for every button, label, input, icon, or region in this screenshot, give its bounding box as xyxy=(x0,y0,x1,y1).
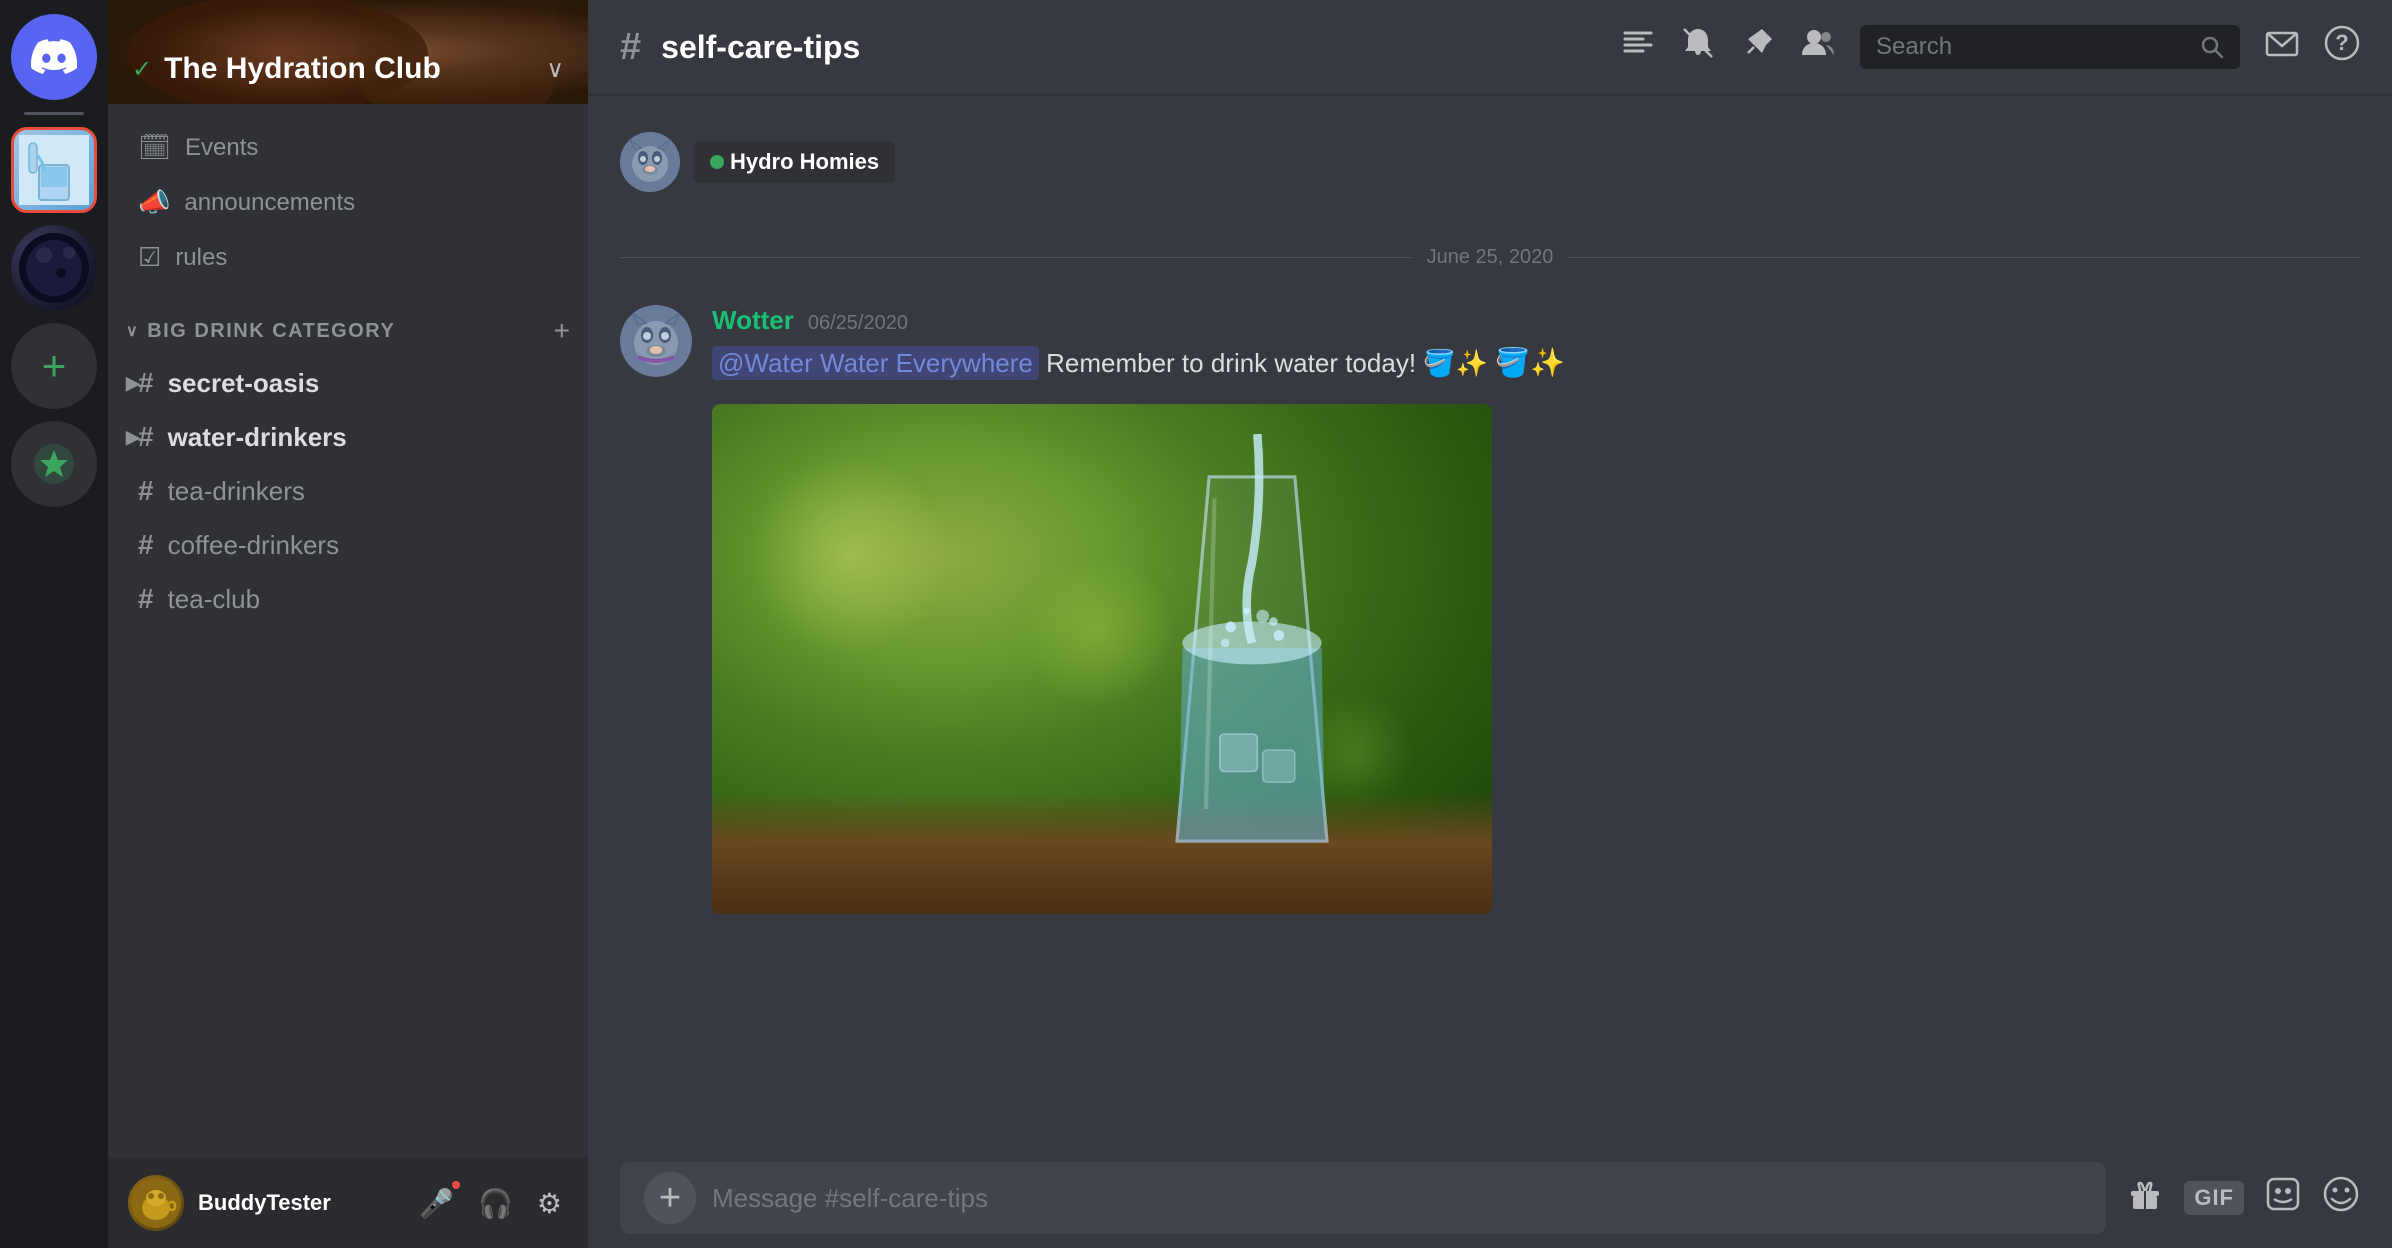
channel-item-secret-oasis[interactable]: ▶ # secret-oasis xyxy=(120,357,576,409)
channel-item-tea-club[interactable]: # tea-club xyxy=(120,573,576,625)
date-divider-line-right xyxy=(1569,257,2360,258)
user-avatar[interactable] xyxy=(128,1175,184,1231)
message-content: Wotter 06/25/2020 @Water Water Everywher… xyxy=(712,305,2360,914)
search-bar[interactable] xyxy=(1860,25,2240,69)
channel-hash-icon: # xyxy=(138,421,154,453)
date-divider: June 25, 2020 xyxy=(620,246,2360,269)
message-input[interactable] xyxy=(712,1183,2082,1214)
help-button[interactable]: ? xyxy=(2324,25,2360,70)
channel-name-label: secret-oasis xyxy=(168,368,320,399)
message-image xyxy=(712,404,1512,914)
message-author[interactable]: Wotter xyxy=(712,305,794,336)
headphones-button[interactable]: 🎧 xyxy=(472,1181,519,1226)
rules-label: rules xyxy=(175,244,227,272)
announcements-channel-item[interactable]: 📣 announcements xyxy=(122,175,574,230)
server-list: + xyxy=(0,0,108,1248)
big-drink-category-header[interactable]: ∨ BIG DRINK CATEGORY + xyxy=(108,301,588,355)
channel-header: # self-care-tips xyxy=(588,0,2392,96)
header-actions: ? xyxy=(1620,25,2360,70)
search-input[interactable] xyxy=(1876,33,2188,61)
channel-item-tea-drinkers[interactable]: # tea-drinkers xyxy=(120,465,576,517)
message-emoji-icons: 🪣✨ xyxy=(1495,347,1565,378)
message-input-bar: + GIF xyxy=(588,1148,2392,1248)
server-name-label: The Hydration Club xyxy=(164,52,534,86)
channel-hash-icon: # xyxy=(138,475,154,507)
sticker-button[interactable] xyxy=(2264,1175,2302,1221)
message-row: Wotter 06/25/2020 @Water Water Everywher… xyxy=(620,299,2360,920)
mute-channel-button[interactable] xyxy=(1680,25,1716,70)
user-group-header: Hydro Homies xyxy=(620,120,2360,216)
server-header[interactable]: ✓ The Hydration Club ∨ xyxy=(108,0,588,104)
category-collapse-icon: ∨ xyxy=(126,321,139,341)
discord-home-button[interactable] xyxy=(11,14,97,100)
message-mention[interactable]: @Water Water Everywhere xyxy=(712,346,1039,380)
username-label: BuddyTester xyxy=(198,1190,399,1216)
channel-expand-icon: ▶ xyxy=(126,373,140,394)
channel-expand-icon: ▶ xyxy=(126,427,140,448)
hydration-club-server-icon[interactable] xyxy=(11,127,97,213)
category-name-label: ∨ BIG DRINK CATEGORY xyxy=(126,320,395,343)
channel-item-water-drinkers[interactable]: ▶ # water-drinkers xyxy=(120,411,576,463)
channel-hash-icon: # xyxy=(138,529,154,561)
online-indicator xyxy=(710,155,724,169)
mute-button[interactable]: 🎤 xyxy=(413,1181,460,1226)
channel-header-hash-icon: # xyxy=(620,26,641,69)
channel-name-label: water-drinkers xyxy=(168,422,347,453)
discover-button[interactable] xyxy=(11,421,97,507)
channel-item-coffee-drinkers[interactable]: # coffee-drinkers xyxy=(120,519,576,571)
gif-button[interactable]: GIF xyxy=(2184,1181,2244,1215)
user-controls: 🎤 🎧 ⚙ xyxy=(413,1181,568,1226)
user-group-avatar xyxy=(620,132,680,192)
user-info: BuddyTester xyxy=(198,1190,399,1216)
plus-icon: + xyxy=(659,1179,681,1217)
channel-sidebar: ✓ The Hydration Club ∨ 🗓 Events 📣 announ… xyxy=(108,0,588,1248)
user-bar: BuddyTester 🎤 🎧 ⚙ xyxy=(108,1158,588,1248)
message-avatar[interactable] xyxy=(620,305,692,377)
threads-button[interactable] xyxy=(1620,25,1656,70)
events-icon: 🗓 xyxy=(138,132,171,163)
message-input-container: + xyxy=(620,1162,2106,1234)
settings-button[interactable]: ⚙ xyxy=(531,1181,568,1226)
server-verified-icon: ✓ xyxy=(132,55,152,84)
date-divider-line-left xyxy=(620,257,1411,258)
category-add-button[interactable]: + xyxy=(554,315,570,347)
channel-hash-icon: # xyxy=(138,367,154,399)
message-timestamp: 06/25/2020 xyxy=(808,312,908,335)
rules-icon: ☑ xyxy=(138,242,161,273)
inbox-button[interactable] xyxy=(2264,25,2300,70)
message-body: Remember to drink water today! 🪣✨ xyxy=(1046,348,1488,378)
channel-header-name: self-care-tips xyxy=(661,29,860,66)
message-text: @Water Water Everywhere Remember to drin… xyxy=(712,342,2360,384)
svg-text:?: ? xyxy=(2335,30,2348,55)
rules-channel-item[interactable]: ☑ rules xyxy=(122,230,574,285)
channel-hash-icon: # xyxy=(138,583,154,615)
channel-name-label: tea-drinkers xyxy=(168,476,305,507)
emoji-button[interactable] xyxy=(2322,1175,2360,1221)
message-extras: GIF xyxy=(2126,1175,2360,1221)
message-header: Wotter 06/25/2020 xyxy=(712,305,2360,336)
channel-name-label: coffee-drinkers xyxy=(168,530,340,561)
message-add-button[interactable]: + xyxy=(644,1172,696,1224)
channel-name-label: tea-club xyxy=(168,584,261,615)
server-list-separator xyxy=(24,112,84,115)
date-divider-text: June 25, 2020 xyxy=(1427,246,1554,269)
chat-area: Hydro Homies June 25, 2020 xyxy=(588,96,2392,1148)
announcements-label: announcements xyxy=(184,189,355,217)
members-button[interactable] xyxy=(1800,25,1836,70)
events-channel-item[interactable]: 🗓 Events xyxy=(122,120,574,175)
channel-list: 🗓 Events 📣 announcements ☑ rules ∨ BIG D… xyxy=(108,104,588,1158)
events-label: Events xyxy=(185,134,258,162)
announcements-icon: 📣 xyxy=(138,187,170,218)
special-channels: 🗓 Events 📣 announcements ☑ rules xyxy=(108,120,588,285)
user-group-name: Hydro Homies xyxy=(694,141,895,183)
server-menu-chevron-icon: ∨ xyxy=(546,55,564,84)
dark-planet-server-icon[interactable] xyxy=(11,225,97,311)
gift-button[interactable] xyxy=(2126,1175,2164,1221)
pins-button[interactable] xyxy=(1740,25,1776,70)
main-content: # self-care-tips xyxy=(588,0,2392,1248)
add-server-button[interactable]: + xyxy=(11,323,97,409)
big-drink-category: ∨ BIG DRINK CATEGORY + ▶ # secret-oasis … xyxy=(108,301,588,625)
